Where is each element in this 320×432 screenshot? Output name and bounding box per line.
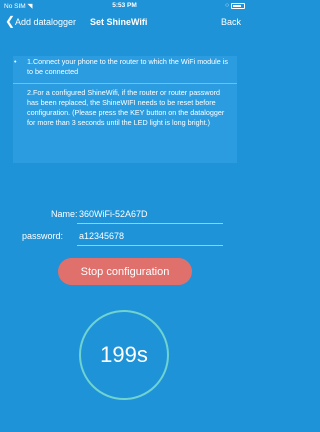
instruction-step-1: • 1.Connect your phone to the router to … — [14, 57, 231, 77]
chevron-left-icon[interactable]: ❮ — [5, 15, 15, 27]
instruction-step-2-text: 2.For a configured ShineWifi, if the rou… — [27, 88, 225, 127]
battery-icon — [231, 2, 245, 9]
stop-configuration-button[interactable]: Stop configuration — [58, 258, 192, 285]
name-field[interactable]: 360WiFi-52A67D — [79, 209, 148, 219]
system-indicators: ○ — [225, 2, 245, 9]
name-label: Name: — [51, 209, 78, 219]
name-field-underline — [77, 223, 223, 224]
password-label: password: — [22, 231, 64, 241]
password-field-underline — [77, 245, 223, 246]
lock-rotation-icon: ○ — [225, 2, 229, 9]
navigation-bar: ❮ Add datalogger Set ShineWifi Back — [0, 14, 249, 30]
password-field-row: password: a12345678 — [0, 228, 249, 248]
countdown-timer: 199s — [79, 310, 169, 400]
back-button[interactable]: Back — [221, 17, 241, 27]
password-field[interactable]: a12345678 — [79, 231, 124, 241]
instructions-panel: • 1.Connect your phone to the router to … — [13, 56, 237, 163]
bullet-icon: • — [14, 57, 17, 66]
name-field-row: Name: 360WiFi-52A67D — [0, 206, 249, 226]
divider — [13, 83, 237, 84]
status-bar: No SIM ◥ 5:53 PM ○ — [0, 0, 249, 12]
page-title: Set ShineWifi — [90, 17, 148, 27]
clock: 5:53 PM — [112, 2, 137, 9]
instruction-step-1-text: 1.Connect your phone to the router to wh… — [27, 57, 228, 76]
previous-screen-link[interactable]: Add datalogger — [15, 17, 76, 27]
